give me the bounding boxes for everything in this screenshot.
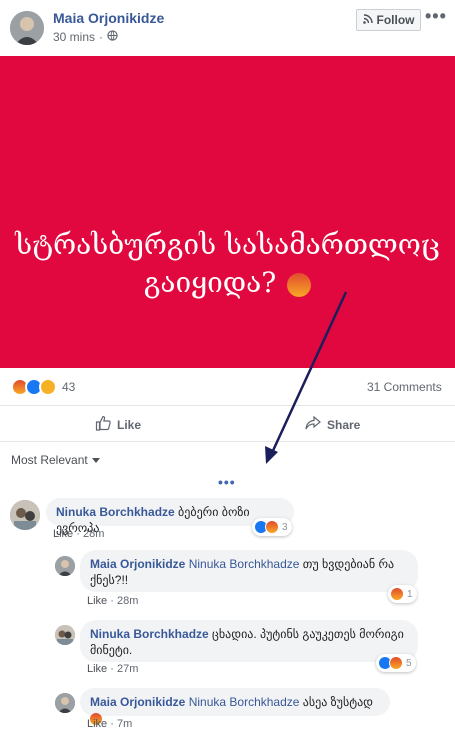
comments-count[interactable]: 31 Comments xyxy=(367,380,442,394)
author-name[interactable]: Maia Orjonikidze xyxy=(53,10,164,26)
comment-time[interactable]: 27m xyxy=(117,663,138,675)
comment-reactions[interactable]: 5 xyxy=(376,654,416,672)
comment-reactions[interactable]: 1 xyxy=(388,585,417,603)
comment-like-button[interactable]: Like xyxy=(53,528,73,540)
commenter-avatar[interactable] xyxy=(55,693,75,713)
more-comments-button[interactable]: ••• xyxy=(218,474,236,490)
comment-like-button[interactable]: Like xyxy=(87,663,107,675)
angry-reaction-icon xyxy=(389,656,403,670)
comment-reaction-count: 1 xyxy=(407,588,413,600)
commenter-avatar[interactable] xyxy=(55,556,75,576)
post-header: Maia Orjonikidze 30 mins · Follow ••• xyxy=(0,0,455,56)
share-label: Share xyxy=(327,417,361,432)
post-meta: 30 mins · xyxy=(53,30,118,44)
comment-text: ასეა ზუსტად xyxy=(302,695,373,709)
comment-reaction-count: 3 xyxy=(282,521,288,533)
globe-icon xyxy=(107,30,118,44)
reactions-summary: 43 31 Comments xyxy=(0,368,455,406)
commenter-avatar[interactable] xyxy=(55,625,75,645)
rss-icon xyxy=(362,13,373,27)
comment-like-button[interactable]: Like xyxy=(87,595,107,607)
comment-bubble: Maia Orjonikidze Ninuka Borchkhadze ასეა… xyxy=(80,688,390,725)
comment-actions: Like · 28m xyxy=(53,528,105,540)
sort-label: Most Relevant xyxy=(11,453,88,467)
comment-time[interactable]: 28m xyxy=(117,595,138,607)
post-time[interactable]: 30 mins xyxy=(53,30,95,44)
comment-actions: Like · 28m xyxy=(87,595,139,607)
more-options-button[interactable]: ••• xyxy=(425,6,447,27)
comment-actions: Like · 7m xyxy=(87,718,133,730)
post-image-text-line1: სტრასბურგის სასამართლოც xyxy=(15,228,440,261)
follow-button[interactable]: Follow xyxy=(356,9,421,31)
post-image-text: სტრასბურგის სასამართლოც გაიყიდა? xyxy=(0,226,455,302)
reaction-icons[interactable] xyxy=(11,378,57,396)
comment-author[interactable]: Maia Orjonikidze xyxy=(90,557,185,571)
angry-emoji-icon xyxy=(287,272,312,297)
like-label: Like xyxy=(117,417,142,432)
comment-like-button[interactable]: Like xyxy=(87,718,107,730)
share-button[interactable]: Share xyxy=(305,415,360,434)
angry-reaction-icon xyxy=(265,520,279,534)
comment-sort-dropdown[interactable]: Most Relevant xyxy=(11,453,100,467)
angry-reaction-icon xyxy=(390,587,404,601)
comment-author[interactable]: Ninuka Borchkhadze xyxy=(90,627,209,641)
comment-mention[interactable]: Ninuka Borchkhadze xyxy=(189,557,300,571)
comment-reactions[interactable]: 3 xyxy=(252,518,292,536)
reaction-count[interactable]: 43 xyxy=(62,380,75,394)
post-image[interactable]: სტრასბურგის სასამართლოც გაიყიდა? xyxy=(0,56,455,368)
thumbs-up-icon xyxy=(95,415,111,434)
comment-mention[interactable]: Ninuka Borchkhadze xyxy=(189,695,300,709)
comment-bubble: Ninuka Borchkhadze ცხადია. პუტინს გაუკეთ… xyxy=(80,620,418,662)
share-icon xyxy=(305,415,321,434)
comment-bubble: Maia Orjonikidze Ninuka Borchkhadze თუ ხ… xyxy=(80,550,418,592)
comment-actions: Like · 27m xyxy=(87,663,139,675)
post-actions: Like Share xyxy=(0,406,455,442)
comment-reaction-count: 5 xyxy=(406,657,412,669)
comment-author[interactable]: Maia Orjonikidze xyxy=(90,695,185,709)
comment-time[interactable]: 28m xyxy=(83,528,104,540)
post-image-text-line2: გაიყიდა? xyxy=(143,266,277,299)
author-avatar[interactable] xyxy=(10,11,44,45)
like-button[interactable]: Like xyxy=(95,415,141,434)
caret-down-icon xyxy=(91,453,100,467)
commenter-avatar[interactable] xyxy=(10,500,40,530)
comment-author[interactable]: Ninuka Borchkhadze xyxy=(56,505,175,519)
comment-time[interactable]: 7m xyxy=(117,718,132,730)
sad-reaction-icon xyxy=(39,378,57,396)
follow-label: Follow xyxy=(376,13,415,27)
